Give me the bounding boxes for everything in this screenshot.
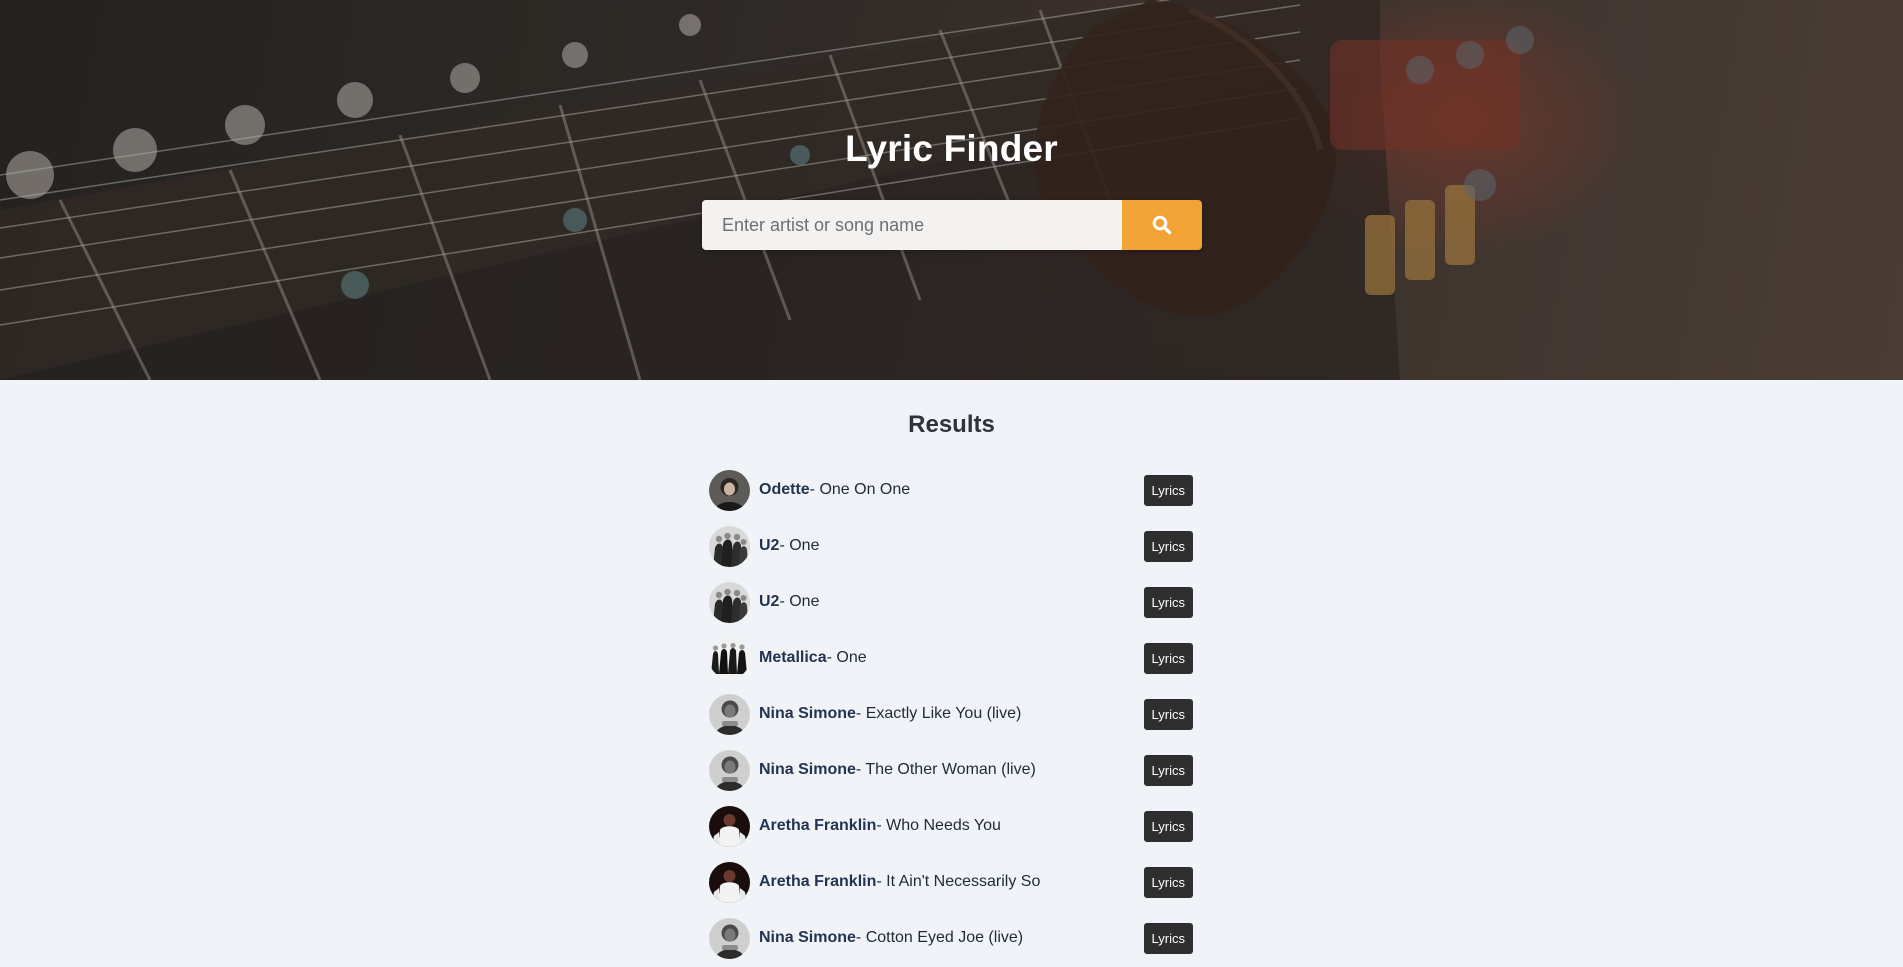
artist-name: U2 [759,593,780,610]
result-info: Nina Simone- Exactly Like You (live) [709,693,1021,735]
artist-avatar [709,861,750,903]
result-separator: - [876,873,887,890]
search-input[interactable] [702,200,1122,250]
results-heading: Results [908,411,995,438]
result-separator: - [809,481,820,498]
result-separator: - [826,649,837,666]
lyrics-button[interactable]: Lyrics [1143,474,1193,506]
lyrics-button[interactable]: Lyrics [1143,866,1193,898]
lyrics-button[interactable]: Lyrics [1143,754,1193,786]
lyrics-button[interactable]: Lyrics [1143,586,1193,618]
result-info: Nina Simone- The Other Woman (live) [709,749,1036,791]
song-title: One [836,649,867,666]
result-text: Aretha Franklin- It Ain't Necessarily So [759,873,1040,891]
artist-name: Nina Simone [759,705,856,722]
result-info: U2- One [709,525,819,567]
artist-name: Aretha Franklin [759,873,877,890]
result-text: Nina Simone- Cotton Eyed Joe (live) [759,929,1023,947]
result-item: Nina Simone- The Other Woman (live) Lyri… [709,742,1195,798]
result-item: U2- One Lyrics [709,518,1195,574]
song-title: The Other Woman (live) [865,761,1036,778]
hero-overlay [0,0,1903,380]
result-item: Aretha Franklin- It Ain't Necessarily So… [709,854,1195,910]
result-text: Nina Simone- Exactly Like You (live) [759,705,1021,723]
result-text: Metallica- One [759,649,867,667]
artist-avatar [709,749,750,791]
artist-avatar [709,693,750,735]
result-text: Odette- One On One [759,481,910,499]
result-info: U2- One [709,581,819,623]
result-separator: - [779,593,790,610]
song-title: Who Needs You [886,817,1001,834]
result-separator: - [779,537,790,554]
result-text: U2- One [759,537,819,555]
artist-avatar [709,525,750,567]
search-form [702,200,1202,250]
song-title: Exactly Like You (live) [865,705,1022,722]
results-list: Odette- One On One Lyrics U2- One Lyrics… [709,462,1195,966]
result-item: Odette- One On One Lyrics [709,462,1195,518]
search-icon [1152,215,1172,235]
result-info: Metallica- One [709,637,867,679]
search-button[interactable] [1122,200,1202,250]
result-info: Aretha Franklin- It Ain't Necessarily So [709,861,1040,903]
artist-avatar [709,917,750,959]
result-item: Nina Simone- Exactly Like You (live) Lyr… [709,686,1195,742]
result-text: Nina Simone- The Other Woman (live) [759,761,1036,779]
result-text: U2- One [759,593,819,611]
result-text: Aretha Franklin- Who Needs You [759,817,1001,835]
result-item: Aretha Franklin- Who Needs You Lyrics [709,798,1195,854]
artist-name: Nina Simone [759,929,856,946]
song-title: It Ain't Necessarily So [886,873,1041,890]
artist-name: Odette [759,481,810,498]
result-item: Nina Simone- Cotton Eyed Joe (live) Lyri… [709,910,1195,966]
song-title: Cotton Eyed Joe (live) [865,929,1024,946]
result-item: U2- One Lyrics [709,574,1195,630]
page-title: Lyric Finder [845,128,1058,169]
artist-avatar [709,469,750,511]
lyrics-button[interactable]: Lyrics [1143,698,1193,730]
result-separator: - [855,705,866,722]
artist-name: Nina Simone [759,761,856,778]
lyrics-button[interactable]: Lyrics [1143,810,1193,842]
lyrics-button[interactable]: Lyrics [1143,922,1193,954]
result-info: Odette- One On One [709,469,910,511]
artist-avatar [709,805,750,847]
artist-avatar [709,581,750,623]
song-title: One [789,593,820,610]
lyrics-button[interactable]: Lyrics [1143,642,1193,674]
result-item: Metallica- One Lyrics [709,630,1195,686]
result-separator: - [876,817,887,834]
result-info: Nina Simone- Cotton Eyed Joe (live) [709,917,1023,959]
lyrics-button[interactable]: Lyrics [1143,530,1193,562]
song-title: One On One [819,481,911,498]
hero-banner: Lyric Finder [0,0,1903,380]
artist-avatar [709,637,750,679]
result-info: Aretha Franklin- Who Needs You [709,805,1001,847]
result-separator: - [855,761,866,778]
artist-name: U2 [759,537,780,554]
song-title: One [789,537,820,554]
artist-name: Metallica [759,649,827,666]
artist-name: Aretha Franklin [759,817,877,834]
result-separator: - [855,929,866,946]
